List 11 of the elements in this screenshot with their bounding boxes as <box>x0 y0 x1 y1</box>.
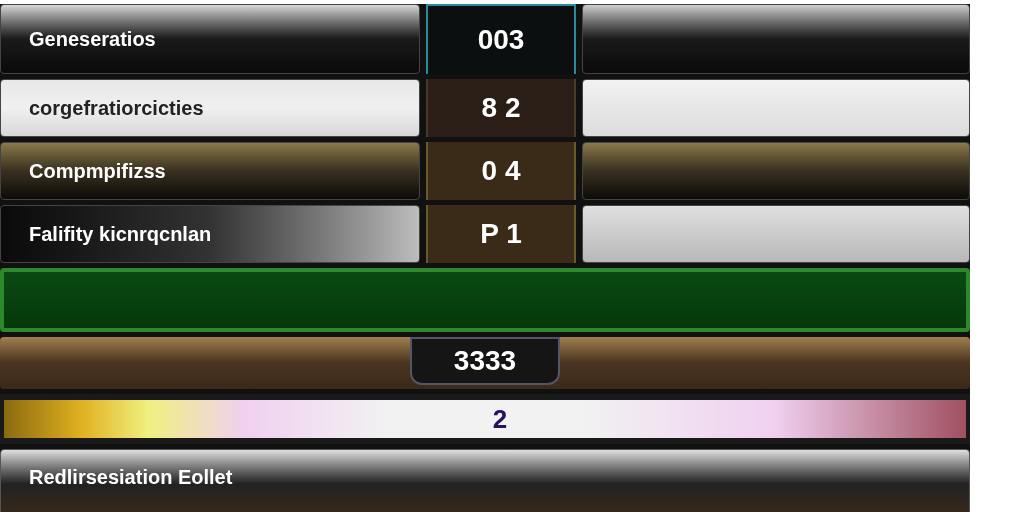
row-label: Compmpifizss <box>29 159 166 184</box>
row-label: corgefratiorcicties <box>29 96 204 121</box>
row-label: Geneseratios <box>29 27 156 52</box>
row-label: Redlirsesiation Eollet <box>29 466 233 488</box>
value-text: 2 <box>492 402 508 436</box>
row-label: Falifity kicnrqcnlan <box>29 222 212 247</box>
value-text: 3333 <box>453 344 517 378</box>
value-text: 003 <box>477 23 525 57</box>
value-text: P 1 <box>480 217 522 251</box>
value-text: 8 2 <box>481 91 521 125</box>
value-text: 0 4 <box>481 154 521 188</box>
